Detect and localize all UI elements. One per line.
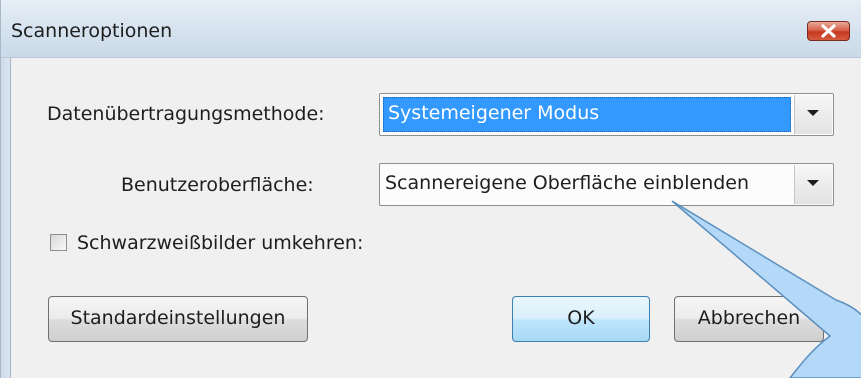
user-interface-value: Scannereigene Oberfläche einblenden — [385, 172, 750, 194]
window-title: Scanneroptionen — [11, 20, 173, 42]
transfer-method-label: Datenübertragungsmethode: — [47, 103, 325, 125]
cancel-button-label: Abbrechen — [697, 307, 801, 329]
close-button[interactable] — [807, 21, 850, 41]
ok-button[interactable]: OK — [512, 296, 650, 342]
transfer-method-select[interactable]: Systemeigener Modus — [379, 93, 834, 136]
close-icon — [821, 24, 836, 38]
user-interface-select[interactable]: Scannereigene Oberfläche einblenden — [379, 163, 834, 206]
ok-button-label: OK — [567, 307, 595, 329]
transfer-method-dropdown-button[interactable] — [794, 95, 832, 134]
title-bar[interactable]: Scanneroptionen — [1, 0, 861, 58]
invert-bw-label[interactable]: Schwarzweißbilder umkehren: — [77, 232, 363, 254]
cancel-button[interactable]: Abbrechen — [674, 296, 824, 342]
user-interface-dropdown-button[interactable] — [794, 165, 832, 204]
chevron-down-icon — [807, 180, 819, 186]
transfer-method-value: Systemeigener Modus — [388, 102, 600, 124]
user-interface-label: Benutzeroberfläche: — [121, 174, 314, 196]
dialog-window: Scanneroptionen Datenübertragungsmethode… — [0, 0, 861, 378]
defaults-button[interactable]: Standardeinstellungen — [48, 296, 308, 342]
page: Scanneroptionen Datenübertragungsmethode… — [0, 0, 861, 378]
defaults-button-label: Standardeinstellungen — [70, 307, 286, 329]
chevron-down-icon — [807, 110, 819, 116]
invert-bw-checkbox[interactable] — [50, 234, 67, 251]
window-frame-left — [1, 58, 11, 378]
